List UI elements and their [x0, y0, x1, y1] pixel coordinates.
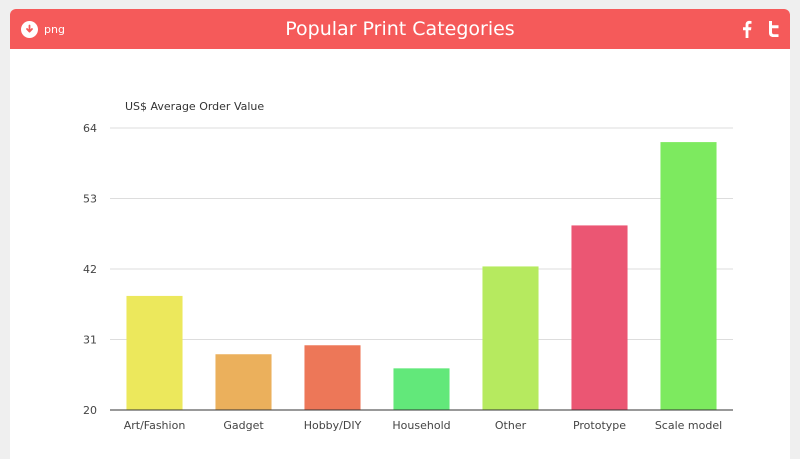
twitter-icon [768, 21, 778, 37]
bars [126, 142, 717, 410]
chart-title: Popular Print Categories [285, 18, 515, 40]
chart-card: 20 31 42 53 64 Art/Fashion Gadget Hobby/DIY Hou… [10, 9, 790, 459]
x-tick-label: Household [392, 419, 450, 432]
y-tick-labels: 20 31 42 53 64 [83, 122, 97, 417]
y-tick-label: 42 [83, 263, 97, 276]
y-tick-label: 64 [83, 122, 97, 135]
download-format-label: png [44, 22, 65, 36]
facebook-share-button[interactable] [740, 18, 754, 40]
bar-art-fashion[interactable] [126, 295, 183, 410]
y-axis-label: US$ Average Order Value [125, 100, 264, 113]
twitter-share-button[interactable] [765, 18, 781, 40]
download-icon [21, 20, 38, 38]
bar-other[interactable] [482, 266, 539, 410]
x-tick-label: Art/Fashion [124, 419, 186, 432]
x-tick-label: Hobby/DIY [304, 419, 362, 432]
chart-header: Popular Print Categories png [10, 9, 790, 49]
x-tick-label: Prototype [573, 419, 626, 432]
download-png-button[interactable]: png [21, 19, 65, 39]
x-tick-label: Other [495, 419, 527, 432]
y-tick-label: 53 [83, 193, 97, 206]
bar-hobby-diy[interactable] [304, 345, 361, 410]
x-tick-label: Gadget [223, 419, 264, 432]
bar-scale-model[interactable] [660, 142, 717, 410]
bar-chart: 20 31 42 53 64 Art/Fashion Gadget Hobby/DIY Hou… [83, 100, 733, 432]
bar-gadget[interactable] [215, 354, 272, 410]
x-tick-label: Scale model [655, 419, 722, 432]
bar-prototype[interactable] [571, 225, 628, 410]
y-tick-label: 20 [83, 404, 97, 417]
gridlines [110, 127, 733, 340]
facebook-icon [743, 20, 752, 38]
y-tick-label: 31 [83, 334, 97, 347]
bar-household[interactable] [393, 368, 450, 410]
x-tick-labels: Art/Fashion Gadget Hobby/DIY Household Other… [124, 419, 722, 432]
